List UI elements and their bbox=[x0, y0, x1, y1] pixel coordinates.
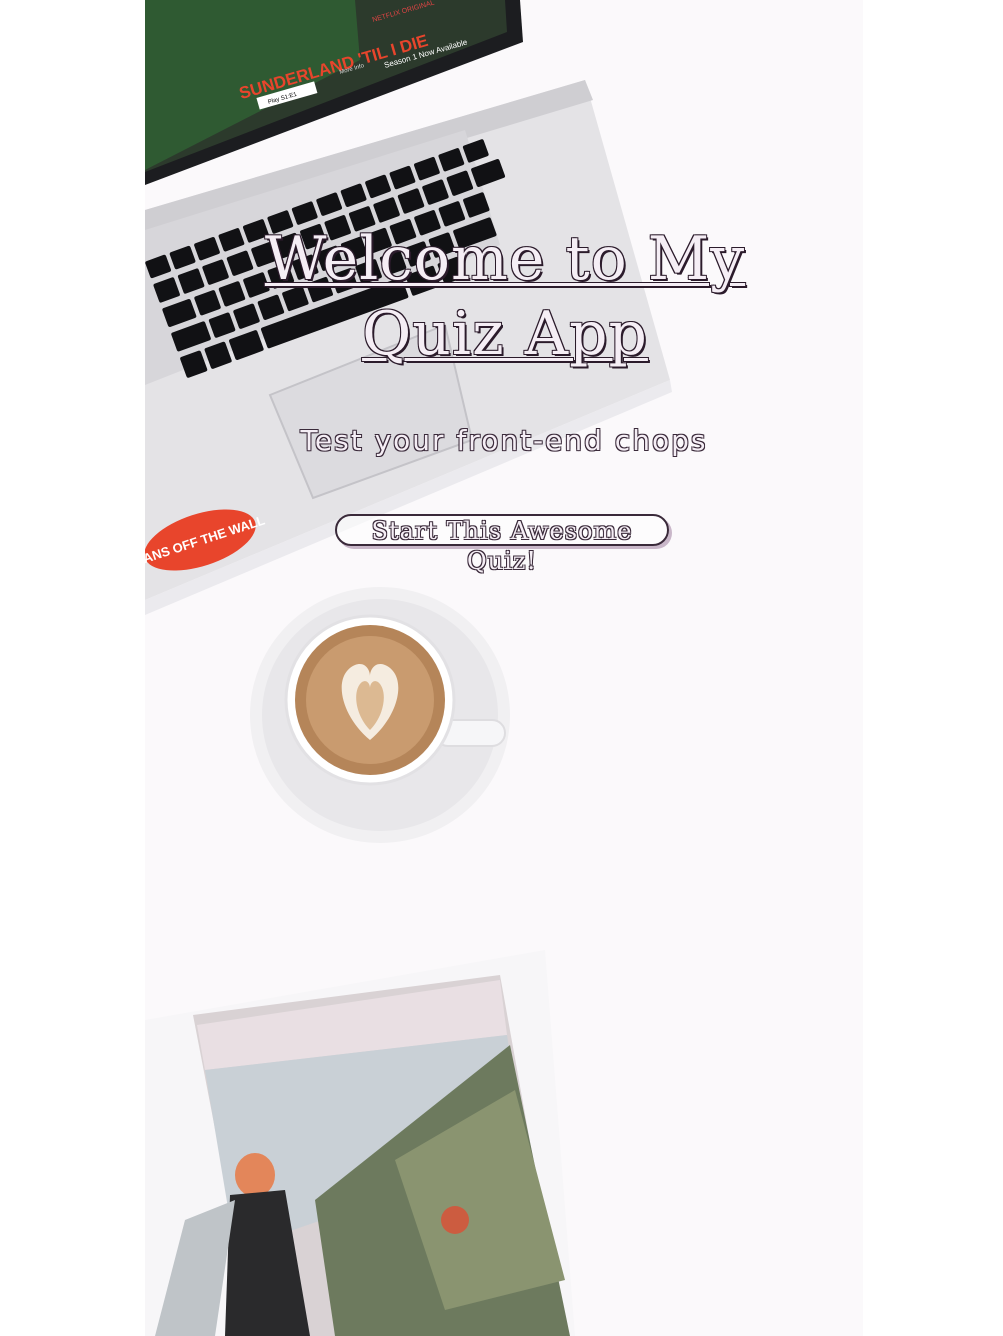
magazine-image bbox=[145, 950, 575, 1336]
start-quiz-button[interactable]: Start This Awesome Quiz! bbox=[335, 514, 669, 575]
page-subtitle: Test your front-end chops bbox=[300, 424, 708, 457]
page-title: Welcome to My Quiz App bbox=[264, 224, 746, 369]
coffee-mug-image bbox=[250, 587, 510, 843]
quiz-start-page: NETFLIX ORIGINAL SUNDERLAND 'TIL I DIE S… bbox=[0, 0, 1003, 1336]
background-photo: NETFLIX ORIGINAL SUNDERLAND 'TIL I DIE S… bbox=[145, 0, 863, 1336]
